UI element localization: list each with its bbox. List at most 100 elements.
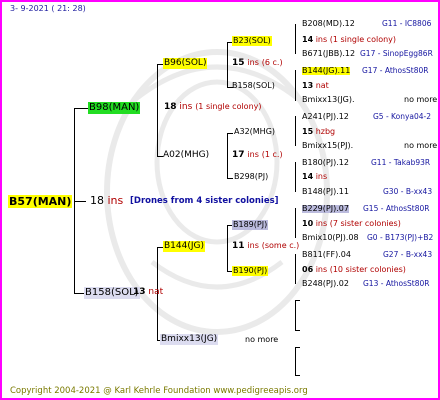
gen3-c2-info: 06 ins (10 sister colonies) — [302, 266, 406, 274]
gen4-queen[interactable]: B144(JG).11 — [302, 67, 351, 75]
gen4-queen[interactable]: B180(PJ).12 — [302, 159, 349, 167]
gen4-queen[interactable]: Bmix10(PJ).08 — [302, 234, 359, 242]
gen2-b-note: (1 c.) — [261, 150, 283, 159]
connector-line — [295, 300, 296, 330]
gen2-a-queen[interactable]: B96(SOL) — [163, 58, 208, 69]
connector-line — [295, 330, 300, 331]
gen3-a1-queen[interactable]: B23(SOL) — [232, 36, 272, 46]
gen2-c-number: 11 — [232, 241, 245, 251]
gen3-c1-insemination: ins — [315, 219, 328, 228]
gen2-d-note: no more — [245, 335, 279, 344]
gen4-queen[interactable]: B671(JBB).12 — [302, 50, 355, 58]
root-note: [Drones from 4 sister colonies] — [130, 196, 279, 206]
connector-line — [295, 375, 300, 376]
connector-line — [295, 162, 296, 192]
connector-line — [74, 201, 86, 202]
gen2-d-queen[interactable]: Bmixx13(JG) — [160, 334, 219, 345]
gen2-b-info: 17 ins (1 c.) — [232, 151, 283, 160]
gen3-a1-number: 14 — [302, 35, 314, 44]
gen1-lower-queen[interactable]: B158(SOL) — [84, 287, 140, 299]
connector-line — [227, 225, 228, 271]
copyright-footer: Copyright 2004-2021 @ Karl Kehrle Founda… — [10, 386, 308, 396]
gen3-b2-info: 14 ins — [302, 173, 327, 181]
gen3-c2-queen[interactable]: B190(PJ) — [232, 266, 269, 276]
gen4-queen[interactable]: B229(PJ).07 — [302, 205, 349, 213]
gen3-c1-note: (7 sister colonies) — [329, 219, 401, 228]
gen3-c1-number: 10 — [302, 219, 314, 228]
connector-line — [74, 108, 88, 109]
gen2-a-insemination: ins — [247, 58, 259, 67]
gen4-queen[interactable]: B148(PJ).11 — [302, 188, 349, 196]
root-number: 18 — [90, 194, 104, 207]
gen2-a-note: (6 c.) — [261, 58, 283, 67]
print-date: 3- 9-2021 ( 21: 28) — [10, 4, 86, 13]
gen4-info: G17 - AthosSt80R — [362, 66, 429, 75]
connector-line — [295, 300, 300, 301]
gen2-b-queen[interactable]: A02(MHG) — [163, 151, 209, 160]
gen3-c2-insemination: ins — [315, 265, 328, 274]
gen4-queen[interactable]: Bmixx15(PJ). — [302, 142, 353, 150]
connector-line — [295, 116, 296, 146]
connector-line — [227, 178, 233, 179]
gen2-b-number: 17 — [232, 150, 245, 160]
gen2-c-queen[interactable]: B144(JG) — [163, 241, 206, 252]
connector-line — [227, 133, 233, 134]
gen3-a2-queen[interactable]: B158(SOL) — [232, 82, 275, 90]
gen2-c-insemination: ins — [247, 241, 259, 250]
gen2-a-number: 15 — [232, 58, 245, 68]
gen4-info: G11 - IC8806 — [382, 19, 432, 28]
gen3-b1-queen[interactable]: A32(MHG) — [234, 128, 275, 136]
pedigree-frame: 3- 9-2021 ( 21: 28) B57(MAN) 18 ins [Dro… — [0, 0, 440, 400]
connector-line — [74, 293, 84, 294]
gen4-info: G5 - Konya04-2 — [373, 112, 432, 121]
connector-line — [295, 347, 296, 375]
gen3-b2-queen[interactable]: B298(PJ) — [234, 173, 268, 181]
gen1-upper-info: 18 ins (1 single colony) — [164, 103, 262, 112]
gen3-b2-insemination: ins — [315, 172, 328, 181]
gen3-a2-info: 13 nat — [302, 82, 329, 90]
gen3-a1-note: (1 single colony) — [329, 35, 397, 44]
gen2-b-insemination: ins — [247, 150, 259, 159]
gen4-queen[interactable]: A241(PJ).12 — [302, 113, 349, 121]
root-queen[interactable]: B57(MAN) — [8, 195, 73, 208]
gen3-b1-number: 15 — [302, 127, 314, 136]
gen1-upper-note: (1 single colony) — [195, 102, 262, 111]
gen3-c2-number: 06 — [302, 265, 314, 274]
gen2-a-info: 15 ins (6 c.) — [232, 59, 283, 68]
root-info: 18 ins — [90, 195, 123, 206]
gen1-upper-insemination: ins — [179, 102, 193, 112]
root-insemination: ins — [107, 194, 124, 207]
gen1-lower-insemination: nat — [148, 287, 164, 297]
gen4-info: G15 - AthosSt80R — [363, 204, 430, 213]
gen4-queen[interactable]: B811(FF).04 — [302, 251, 351, 259]
gen4-info: G0 - B173(PJ)+B2 — [367, 233, 434, 242]
gen4-info: G11 - Takab93R — [371, 158, 431, 167]
gen1-upper-queen[interactable]: B98(MAN) — [88, 102, 141, 114]
gen4-queen[interactable]: B208(MD).12 — [302, 20, 355, 28]
connector-line — [227, 133, 228, 178]
gen3-c1-info: 10 ins (7 sister colonies) — [302, 220, 401, 228]
gen1-lower-number: 13 — [133, 287, 146, 297]
gen3-b2-number: 14 — [302, 172, 314, 181]
connector-line — [295, 254, 296, 284]
gen3-a1-insemination: ins — [315, 35, 328, 44]
connector-line — [295, 347, 300, 348]
gen2-c-note: (some c.) — [261, 241, 300, 250]
gen3-a1-info: 14 ins (1 single colony) — [302, 36, 396, 44]
gen3-a2-insemination: nat — [315, 81, 329, 90]
gen4-queen[interactable]: B248(PJ).02 — [302, 280, 349, 288]
connector-line — [157, 64, 158, 156]
connector-line — [295, 70, 296, 101]
gen3-b1-insemination: hzbg — [315, 127, 336, 136]
gen4-info: no more — [404, 141, 438, 150]
gen4-info: no more — [404, 95, 438, 104]
gen4-queen[interactable]: Bmixx13(JG). — [302, 96, 355, 104]
gen1-upper-number: 18 — [164, 102, 177, 112]
gen3-c1-queen[interactable]: B189(PJ) — [232, 220, 269, 230]
gen1-lower-info: 13 nat — [133, 288, 163, 297]
connector-line — [295, 208, 296, 238]
gen4-info: G27 - B-xx43 — [383, 250, 433, 259]
gen4-info: G13 - AthosSt80R — [363, 279, 430, 288]
gen4-info: G30 - B-xx43 — [383, 187, 433, 196]
gen4-info: G17 - SinopEgg86R — [360, 49, 433, 58]
